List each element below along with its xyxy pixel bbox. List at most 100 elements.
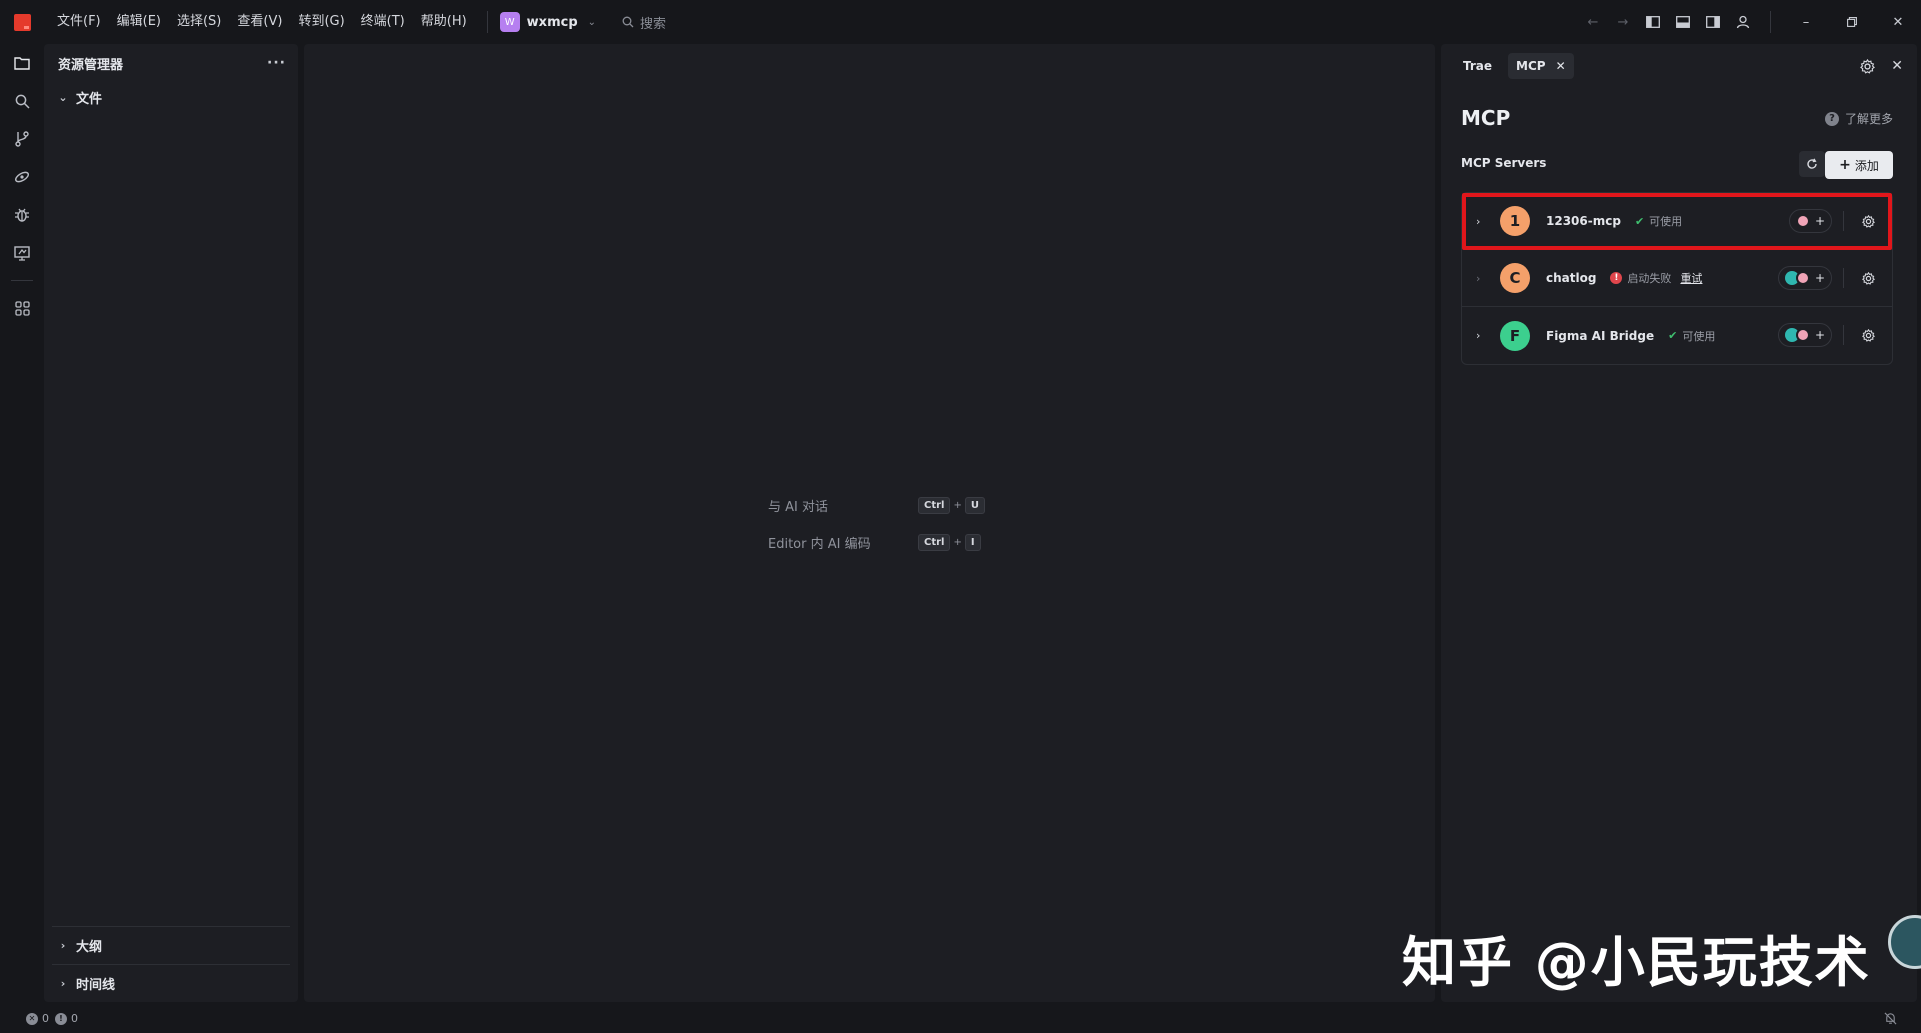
server-row-12306-mcp[interactable]: › 1 12306-mcp ✔ 可使用 +: [1462, 193, 1892, 250]
page-title: MCP: [1461, 106, 1511, 130]
refresh-button[interactable]: [1799, 151, 1825, 177]
server-status-label: 可使用: [1649, 215, 1683, 228]
explorer-header: 资源管理器 ···: [44, 44, 298, 82]
chevron-right-icon[interactable]: ›: [1476, 215, 1490, 228]
key: I: [964, 534, 981, 551]
explorer-title: 资源管理器: [58, 57, 124, 73]
menu-edit[interactable]: 编辑(E): [109, 0, 169, 44]
chevron-down-icon: ⌄: [58, 90, 68, 104]
key: Ctrl: [918, 534, 951, 551]
server-tools[interactable]: +: [1777, 266, 1832, 290]
mcp-panel: Trae MCP ✕ ✕ MCP ? 了解更多 MCP Servers + 添加…: [1441, 44, 1917, 1002]
title-right-controls: ← → – ✕: [1578, 0, 1921, 44]
tool-chip-icon: [1795, 328, 1810, 342]
menu-terminal[interactable]: 终端(T): [353, 0, 413, 44]
panel-actions: ✕: [1860, 44, 1903, 88]
explorer-icon[interactable]: [0, 44, 44, 82]
server-row-chatlog[interactable]: › C chatlog ! 启动失败 重试 +: [1462, 250, 1892, 307]
minimize-icon[interactable]: –: [1783, 0, 1829, 44]
refresh-icon: [1807, 158, 1817, 169]
window-controls-separator: [1770, 11, 1771, 33]
search-placeholder: 搜索: [640, 16, 667, 32]
server-name: Figma AI Bridge: [1546, 328, 1655, 343]
chevron-right-icon[interactable]: ›: [1476, 272, 1490, 285]
error-count-icon: ✕: [26, 1012, 38, 1025]
hint-label: Editor 内 AI 编码: [768, 537, 871, 552]
chevron-right-icon: ›: [60, 939, 66, 952]
more-actions-icon[interactable]: ···: [267, 55, 286, 71]
add-server-button[interactable]: + 添加: [1825, 151, 1893, 179]
menu-file[interactable]: 文件(F): [49, 0, 109, 44]
section-timeline[interactable]: › 时间线: [52, 964, 290, 1002]
server-settings-icon[interactable]: [1843, 268, 1878, 288]
ai-icon[interactable]: [0, 158, 44, 196]
chevron-right-icon: ›: [60, 977, 66, 990]
hint-label: 与 AI 对话: [768, 500, 828, 515]
remote-icon[interactable]: [0, 234, 44, 272]
servers-label: MCP Servers: [1461, 156, 1547, 170]
tab-trae[interactable]: Trae: [1455, 53, 1500, 79]
menu-view[interactable]: 查看(V): [229, 0, 290, 44]
hint-ai-chat: 与 AI 对话 Ctrl + U: [768, 496, 985, 515]
menu-help[interactable]: 帮助(H): [413, 0, 475, 44]
server-settings-icon[interactable]: [1843, 325, 1878, 345]
explorer-sidebar: 资源管理器 ··· ⌄ 文件 › 大纲 › 时间线: [44, 44, 298, 1002]
server-name: chatlog: [1546, 271, 1597, 285]
server-settings-icon[interactable]: [1843, 211, 1878, 231]
close-icon[interactable]: ✕: [1556, 59, 1566, 73]
account-icon[interactable]: [1728, 0, 1758, 44]
error-count[interactable]: 0: [42, 1012, 49, 1025]
plus-glyph: +: [953, 500, 962, 511]
debug-icon[interactable]: [0, 196, 44, 234]
shortcut: Ctrl + U: [918, 497, 985, 514]
check-icon: ✔: [1634, 214, 1645, 228]
server-tools[interactable]: +: [1788, 209, 1832, 233]
menu-bar: 文件(F) 编辑(E) 选择(S) 查看(V) 转到(G) 终端(T) 帮助(H…: [49, 0, 475, 44]
server-row-figma-ai-bridge[interactable]: › F Figma AI Bridge ✔ 可使用 +: [1462, 307, 1892, 364]
toggle-auxbar-icon[interactable]: [1698, 0, 1728, 44]
chevron-right-icon[interactable]: ›: [1476, 329, 1490, 342]
title-bar: 文件(F) 编辑(E) 选择(S) 查看(V) 转到(G) 终端(T) 帮助(H…: [0, 0, 1921, 44]
plus-glyph: +: [953, 537, 962, 548]
key: Ctrl: [918, 497, 951, 514]
warning-count[interactable]: 0: [71, 1012, 78, 1025]
restore-icon[interactable]: [1829, 0, 1875, 44]
server-status-label: 启动失败: [1627, 272, 1672, 285]
chevron-down-icon: ⌄: [587, 16, 597, 28]
close-window-icon[interactable]: ✕: [1875, 0, 1921, 44]
back-arrow-icon[interactable]: ←: [1578, 0, 1608, 44]
gear-icon[interactable]: [1860, 58, 1876, 74]
plus-icon: +: [1839, 157, 1851, 173]
add-label: 添加: [1854, 158, 1879, 173]
toggle-panel-icon[interactable]: [1668, 0, 1698, 44]
close-panel-icon[interactable]: ✕: [1891, 58, 1903, 74]
server-status: ✔ 可使用: [1668, 328, 1715, 344]
search-icon[interactable]: [0, 82, 44, 120]
add-tool-icon: +: [1814, 271, 1825, 285]
section-outline[interactable]: › 大纲: [52, 926, 290, 964]
source-control-icon[interactable]: [0, 120, 44, 158]
search-box[interactable]: 搜索: [622, 13, 666, 32]
retry-link[interactable]: 重试: [1680, 270, 1702, 286]
extensions-icon[interactable]: [0, 289, 44, 327]
app-logo-icon: [14, 13, 31, 31]
panel-tabs: Trae MCP ✕ ✕: [1441, 44, 1917, 88]
activity-bar: [0, 44, 44, 1004]
shortcut: Ctrl + I: [918, 534, 981, 551]
menu-go[interactable]: 转到(G): [290, 0, 352, 44]
hint-inline-ai: Editor 内 AI 编码 Ctrl + I: [768, 533, 981, 552]
menu-selection[interactable]: 选择(S): [169, 0, 229, 44]
tree-folder-root[interactable]: ⌄ 文件: [44, 82, 298, 112]
server-avatar: F: [1500, 320, 1530, 351]
tab-mcp[interactable]: MCP ✕: [1508, 53, 1574, 79]
toggle-sidebar-icon[interactable]: [1638, 0, 1668, 44]
server-status-label: 可使用: [1682, 329, 1716, 343]
add-tool-icon: +: [1814, 214, 1825, 228]
error-icon: !: [1610, 272, 1623, 284]
notifications-icon[interactable]: [1884, 1004, 1897, 1033]
title-separator: [486, 11, 488, 33]
server-tools[interactable]: +: [1777, 323, 1832, 347]
learn-more-link[interactable]: ? 了解更多: [1824, 110, 1893, 127]
workspace-switcher[interactable]: W wxmcp ⌄: [499, 12, 597, 32]
forward-arrow-icon[interactable]: →: [1608, 0, 1638, 44]
